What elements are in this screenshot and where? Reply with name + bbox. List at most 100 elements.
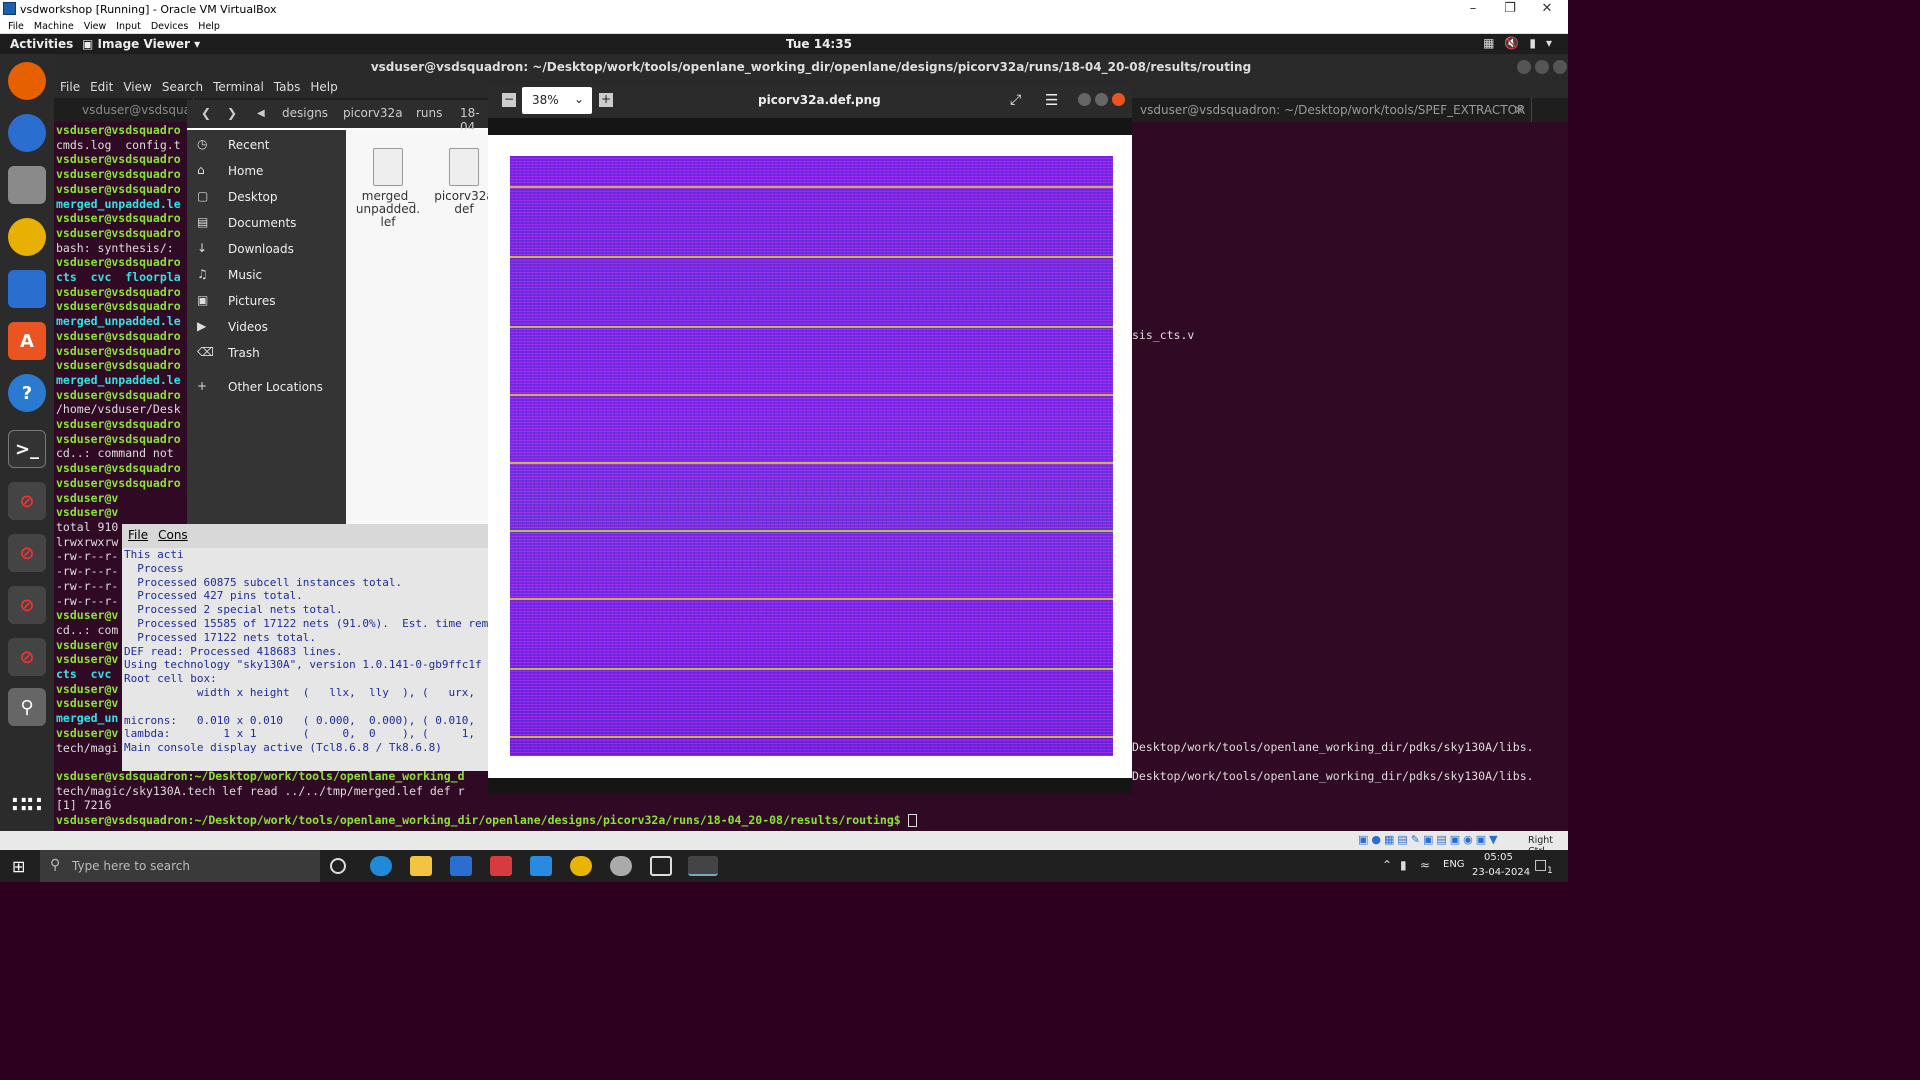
virtualbox-taskbar-icon[interactable] — [650, 856, 672, 876]
windows-start-icon[interactable]: ⊞ — [12, 857, 25, 876]
document-icon — [449, 148, 479, 186]
menu-input[interactable]: Input — [116, 21, 141, 32]
vm-status-icons[interactable]: ▣●▦▤✎▣▤▣◉▣▼ — [1358, 833, 1501, 846]
office-icon[interactable] — [490, 856, 512, 876]
menu-view[interactable]: View — [84, 21, 107, 32]
image-viewer-icon[interactable]: ⚲ — [8, 688, 46, 726]
sidebar-item-recent[interactable]: ◷ Recent — [187, 134, 346, 158]
task-view-icon[interactable] — [330, 858, 346, 874]
menu-help[interactable]: Help — [198, 21, 220, 32]
zoom-select[interactable]: 38% ⌄ — [522, 87, 592, 114]
store-icon[interactable] — [450, 856, 472, 876]
file-item[interactable]: merged_ unpadded. lef — [355, 146, 421, 229]
tab-close-icon[interactable]: ✕ — [1506, 98, 1524, 122]
close-icon[interactable]: ✕ — [1532, 1, 1562, 16]
sidebar-item-desktop[interactable]: ▢ Desktop — [187, 186, 346, 210]
terminal-prompt[interactable]: vsduser@vsdsquadron:~/Desktop/work/tools… — [56, 813, 917, 828]
breadcrumb-picorv32a[interactable]: picorv32a — [343, 106, 403, 120]
viewer-minimize-icon[interactable] — [1078, 93, 1091, 106]
terminal-menu-edit[interactable]: Edit — [90, 80, 113, 98]
sidebar-item-documents[interactable]: ▤ Documents — [187, 212, 346, 236]
system-tray[interactable]: ▦ 🔇 ▮ ▾ — [1483, 36, 1552, 50]
terminal-line: merged_unpadded.le — [56, 372, 181, 387]
terminal-menu-view[interactable]: View — [123, 80, 151, 98]
zoom-in-icon[interactable]: + — [599, 93, 613, 107]
files-icon[interactable] — [8, 166, 46, 204]
sidebar-item-other-locations[interactable]: + Other Locations — [187, 376, 346, 400]
viewer-maximize-icon[interactable] — [1095, 93, 1108, 106]
tab-terminal-1[interactable]: vsduser@vsdsqua — [74, 98, 194, 122]
zoom-out-icon[interactable]: − — [502, 93, 516, 107]
back-icon[interactable]: ❮ — [201, 106, 211, 120]
language-indicator[interactable]: ENG — [1443, 859, 1465, 870]
breadcrumb-runs[interactable]: runs — [416, 106, 442, 120]
minimize-icon[interactable]: – — [1458, 1, 1488, 16]
blocked-app-icon[interactable]: ⊘ — [8, 534, 46, 572]
terminal-line: vsduser@vsdsquadro — [56, 255, 181, 270]
pictures-icon: ▣ — [197, 293, 209, 307]
menu-icon[interactable]: ☰ — [1045, 91, 1058, 109]
rhythmbox-icon[interactable] — [8, 218, 46, 256]
blocked-app-icon[interactable]: ⊘ — [8, 638, 46, 676]
sidebar-item-pictures[interactable]: ▣ Pictures — [187, 290, 346, 314]
firefox-icon[interactable] — [8, 62, 46, 100]
edge-icon[interactable] — [370, 856, 392, 876]
active-vm-icon[interactable] — [688, 856, 718, 876]
search-box[interactable]: ⚲ Type here to search — [40, 850, 320, 882]
notification-icon[interactable]: □ — [1534, 857, 1547, 873]
terminal-menu-search[interactable]: Search — [162, 80, 203, 98]
terminal-menu-terminal[interactable]: Terminal — [213, 80, 264, 98]
sidebar-item-label: Videos — [228, 320, 268, 334]
show-apps-icon[interactable]: ∷∷ — [8, 786, 46, 824]
software-center-icon[interactable]: A — [8, 322, 46, 360]
breadcrumb-designs[interactable]: designs — [282, 106, 328, 120]
mail-icon[interactable] — [530, 856, 552, 876]
taskbar-time[interactable]: 05:05 — [1484, 852, 1513, 863]
music-icon: ♫ — [197, 267, 208, 281]
console-menu-console[interactable]: Cons — [158, 528, 188, 542]
writer-icon[interactable] — [8, 270, 46, 308]
battery-icon[interactable]: ▮ — [1400, 858, 1407, 872]
help-icon[interactable]: ? — [8, 374, 46, 412]
fullscreen-icon[interactable]: ⤢ — [1010, 92, 1021, 108]
viewer-close-icon[interactable] — [1112, 93, 1125, 106]
terminal-menu-tabs[interactable]: Tabs — [274, 80, 301, 98]
wifi-icon[interactable]: ≈ — [1420, 858, 1430, 872]
menu-devices[interactable]: Devices — [151, 21, 188, 32]
console-menu-file[interactable]: File — [128, 528, 148, 542]
terminal-close-icon[interactable] — [1553, 60, 1567, 74]
console-line: Processed 17122 nets total. — [124, 630, 317, 644]
sidebar-item-videos[interactable]: ▶ Videos — [187, 316, 346, 340]
terminal-menu-file[interactable]: File — [60, 80, 80, 98]
tray-chevron-up-icon[interactable]: ⌃ — [1382, 858, 1392, 872]
path-left-icon[interactable]: ◀ — [257, 108, 265, 119]
terminal-minimize-icon[interactable] — [1517, 60, 1531, 74]
sidebar-item-downloads[interactable]: ↓ Downloads — [187, 238, 346, 262]
terminal-icon[interactable]: >_ — [8, 430, 46, 468]
forward-icon[interactable]: ❯ — [227, 106, 237, 120]
sidebar-item-home[interactable]: ⌂ Home — [187, 160, 346, 184]
thunderbird-icon[interactable] — [8, 114, 46, 152]
home-icon: ⌂ — [197, 163, 205, 177]
blocked-app-icon[interactable]: ⊘ — [8, 586, 46, 624]
chrome-icon[interactable] — [570, 856, 592, 876]
blocked-app-icon[interactable]: ⊘ — [8, 482, 46, 520]
terminal-menu-help[interactable]: Help — [310, 80, 337, 98]
sidebar-item-trash[interactable]: ⌫ Trash — [187, 342, 346, 366]
terminal-line: vsduser@vsdsquadro — [56, 328, 181, 343]
tab-terminal-2[interactable]: vsduser@vsdsquadron: ~/Desktop/work/tool… — [1132, 98, 1532, 122]
search-icon: ⚲ — [50, 857, 61, 873]
terminal-line: vsduser@v — [56, 505, 119, 520]
taskbar-date[interactable]: 23-04-2024 — [1472, 867, 1530, 878]
restore-icon[interactable]: ❐ — [1495, 1, 1525, 16]
menu-file[interactable]: File — [8, 21, 24, 32]
app-menu[interactable]: ▣ Image Viewer ▾ — [82, 37, 200, 51]
file-explorer-icon[interactable] — [410, 856, 432, 876]
menu-machine[interactable]: Machine — [34, 21, 74, 32]
sidebar-item-music[interactable]: ♫ Music — [187, 264, 346, 288]
activities-button[interactable]: Activities — [10, 37, 73, 51]
app-icon[interactable] — [610, 856, 632, 876]
terminal-maximize-icon[interactable] — [1535, 60, 1549, 74]
videos-icon: ▶ — [197, 319, 207, 333]
clock[interactable]: Tue 14:35 — [786, 37, 852, 51]
